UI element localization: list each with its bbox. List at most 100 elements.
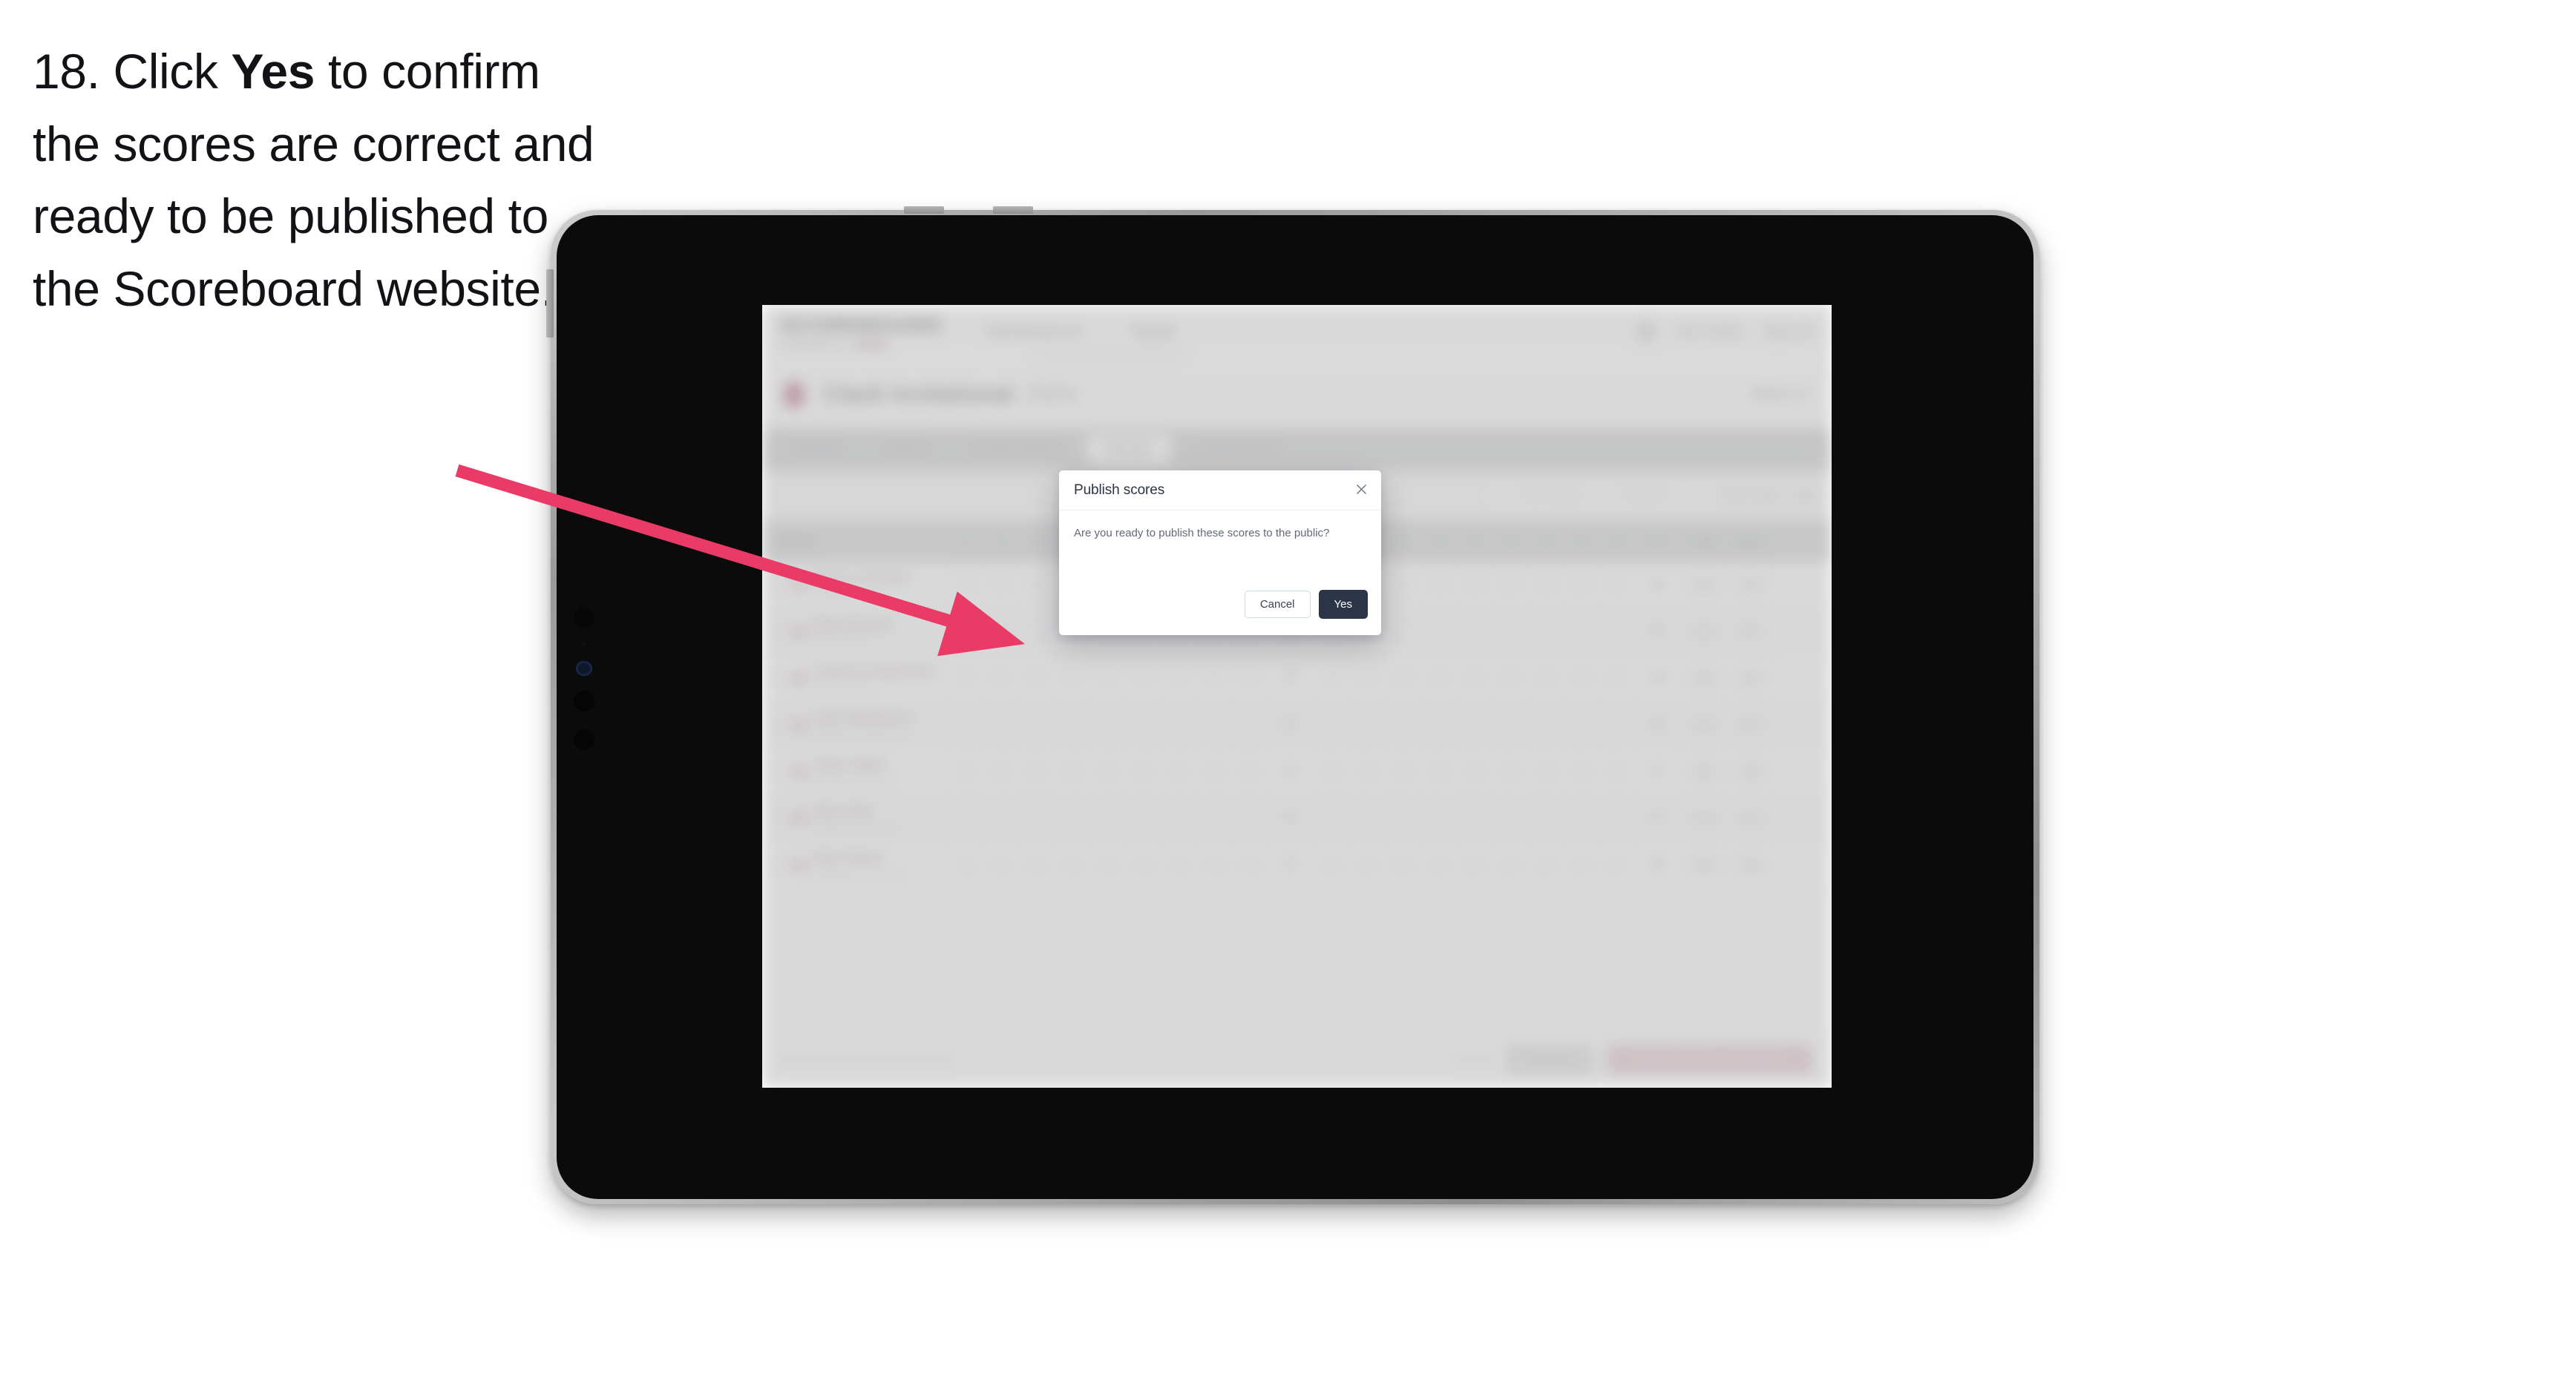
score-input[interactable]: 3 xyxy=(1536,622,1556,641)
tab-teams[interactable]: Teams xyxy=(868,435,945,464)
score-input[interactable]: 4 xyxy=(1169,669,1189,688)
publish-scores-button[interactable]: Publish scores to Scoreboard xyxy=(1607,1044,1812,1074)
score-input[interactable]: 4 xyxy=(1393,809,1413,828)
score-input[interactable]: 3 xyxy=(1026,575,1046,594)
score-input[interactable]: 3 xyxy=(1429,622,1449,641)
score-input[interactable]: 3 xyxy=(1169,855,1189,875)
score-input[interactable]: 4 xyxy=(1464,669,1484,688)
row-checkbox[interactable] xyxy=(773,812,784,824)
cell-hole-score[interactable]: 4 xyxy=(1197,795,1233,841)
close-icon[interactable] xyxy=(1351,479,1371,499)
cell-hole-score[interactable]: 5 xyxy=(1564,749,1599,795)
cell-score[interactable]: +3 xyxy=(1727,842,1773,888)
score-input[interactable]: 4 xyxy=(1536,762,1556,781)
cell-subtotal[interactable]: 36 xyxy=(1635,562,1681,608)
round-select[interactable]: This Round ▼ xyxy=(1512,482,1607,509)
cell-hole-score[interactable]: 4 xyxy=(1055,749,1090,795)
score-input[interactable]: 4 xyxy=(1429,855,1449,875)
score-input[interactable]: 4 xyxy=(1357,855,1377,875)
score-input[interactable]: 4 xyxy=(1607,809,1627,828)
score-input[interactable]: 5 xyxy=(1062,855,1082,875)
score-input[interactable]: 4 xyxy=(1098,669,1118,688)
cell-hole-score[interactable]: 5 xyxy=(1599,655,1635,701)
cell-hole-score[interactable]: 4 xyxy=(1233,655,1268,701)
score-input[interactable]: 5 xyxy=(1571,575,1591,594)
cell-subtotal[interactable]: 36 xyxy=(1635,655,1681,701)
cell-hole-score[interactable]: 4 xyxy=(1019,608,1055,654)
score-input[interactable]: 4 xyxy=(1322,715,1342,735)
cell-hole-score[interactable]: 5 xyxy=(1421,655,1457,701)
score-input[interactable]: 4 xyxy=(1026,809,1046,828)
cell-score[interactable]: +1 xyxy=(1727,655,1773,701)
score-input[interactable]: 4 xyxy=(1536,575,1556,594)
cell-hole-score[interactable]: 3 xyxy=(1090,702,1126,748)
row-checkbox[interactable] xyxy=(773,672,784,684)
cell-hole-score[interactable]: 5 xyxy=(1126,795,1161,841)
cell-total[interactable]: 73 xyxy=(1681,655,1727,701)
score-input[interactable]: 3 xyxy=(1098,715,1118,735)
cell-hole-score[interactable]: 4 xyxy=(1161,795,1197,841)
cell-subtotal[interactable]: 37 xyxy=(1268,655,1314,701)
yes-button[interactable]: Yes xyxy=(1318,590,1368,619)
avatar[interactable] xyxy=(1636,322,1656,341)
cell-hole-score[interactable]: 4 xyxy=(1528,702,1564,748)
score-input[interactable]: 4 xyxy=(1429,809,1449,828)
score-input[interactable]: 4 xyxy=(1393,762,1413,781)
cell-hole-score[interactable]: 4 xyxy=(1421,795,1457,841)
row-checkbox[interactable] xyxy=(773,579,784,591)
cell-hole-score[interactable]: 4 xyxy=(1090,842,1126,888)
cell-hole-score[interactable]: 5 xyxy=(983,562,1019,608)
cell-hole-score[interactable]: 4 xyxy=(1197,702,1233,748)
cell-hole-score[interactable]: 4 xyxy=(1019,702,1055,748)
cell-subtotal[interactable]: 37 xyxy=(1268,702,1314,748)
score-input[interactable]: 4 xyxy=(1240,855,1260,875)
score-input[interactable]: 3 xyxy=(1322,669,1342,688)
score-input[interactable]: 3 xyxy=(1062,809,1082,828)
score-input[interactable]: 4 xyxy=(1026,715,1046,735)
score-input[interactable]: 4 xyxy=(1062,715,1082,735)
cell-hole-score[interactable]: 4 xyxy=(1564,608,1599,654)
cell-hole-score[interactable]: 5 xyxy=(1564,562,1599,608)
cell-hole-score[interactable]: 4 xyxy=(1528,562,1564,608)
score-input[interactable]: 4 xyxy=(1357,669,1377,688)
cell-hole-score[interactable]: 4 xyxy=(1492,655,1528,701)
hide-empty-toggle[interactable] xyxy=(1789,489,1814,502)
score-input[interactable]: 4 xyxy=(1500,762,1520,781)
cell-hole-score[interactable]: 3 xyxy=(1492,795,1528,841)
cell-hole-score[interactable]: 5 xyxy=(1528,795,1564,841)
cell-hole-score[interactable]: 4 xyxy=(1386,655,1421,701)
table-row[interactable]: Jack Henderson Northview Country Club 4 5 4 4… xyxy=(762,702,1832,749)
table-row[interactable]: Nick Parker Westgate Country Club 4 4 4 5 4 4 3 5… xyxy=(762,842,1832,889)
score-input[interactable]: 4 xyxy=(1607,715,1627,735)
cell-hole-score[interactable]: 5 xyxy=(983,702,1019,748)
cell-hole-score[interactable]: 3 xyxy=(1492,562,1528,608)
cell-hole-score[interactable]: 4 xyxy=(1161,655,1197,701)
cell-hole-score[interactable]: 4 xyxy=(1564,842,1599,888)
cell-hole-score[interactable]: 5 xyxy=(1457,842,1492,888)
cell-hole-score[interactable]: 4 xyxy=(1457,655,1492,701)
cell-hole-score[interactable]: 4 xyxy=(1161,749,1197,795)
score-input[interactable]: 4 xyxy=(1205,809,1225,828)
score-input[interactable]: 4 xyxy=(955,762,975,781)
cell-hole-score[interactable]: 3 xyxy=(1314,655,1350,701)
volume-up-button[interactable] xyxy=(904,206,944,214)
cell-hole-score[interactable]: 3 xyxy=(1161,842,1197,888)
cell-hole-score[interactable]: 4 xyxy=(1350,842,1386,888)
score-input[interactable]: 4 xyxy=(1133,855,1153,875)
score-input[interactable]: 4 xyxy=(1536,855,1556,875)
score-input[interactable]: 4 xyxy=(1607,622,1627,641)
row-checkbox[interactable] xyxy=(773,719,784,731)
score-input[interactable]: 4 xyxy=(1205,715,1225,735)
table-row[interactable]: Cameron Robertson Pinehurst Club 5 4 3 4 4 4 4 5 4… xyxy=(762,655,1832,702)
cell-hole-score[interactable]: 4 xyxy=(1019,795,1055,841)
score-input[interactable]: 3 xyxy=(1133,762,1153,781)
cell-hole-score[interactable]: 5 xyxy=(1233,749,1268,795)
score-input[interactable]: 4 xyxy=(1062,762,1082,781)
cell-hole-score[interactable]: 4 xyxy=(1350,655,1386,701)
cell-hole-score[interactable]: 4 xyxy=(1350,702,1386,748)
score-input[interactable]: 5 xyxy=(1357,809,1377,828)
cell-hole-score[interactable]: 3 xyxy=(1019,562,1055,608)
cell-subtotal[interactable]: 35 xyxy=(1635,608,1681,654)
cell-hole-score[interactable]: 4 xyxy=(983,749,1019,795)
cell-hole-score[interactable]: 4 xyxy=(1126,655,1161,701)
